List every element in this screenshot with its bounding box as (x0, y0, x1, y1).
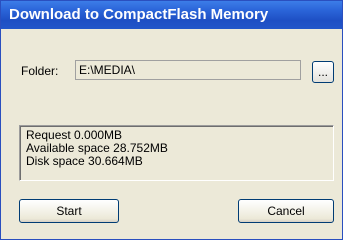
download-dialog: Download to CompactFlash Memory Folder: … (0, 0, 343, 240)
browse-button[interactable]: ... (312, 61, 334, 83)
disk-space-text: Disk space 30.664MB (26, 154, 143, 168)
start-button[interactable]: Start (19, 199, 119, 223)
folder-label: Folder: (21, 64, 59, 78)
space-info-panel: Request 0.000MB Available space 28.752MB… (19, 125, 334, 181)
folder-path-input[interactable] (75, 60, 301, 80)
cancel-button[interactable]: Cancel (238, 199, 334, 223)
title-bar[interactable]: Download to CompactFlash Memory (1, 1, 342, 29)
